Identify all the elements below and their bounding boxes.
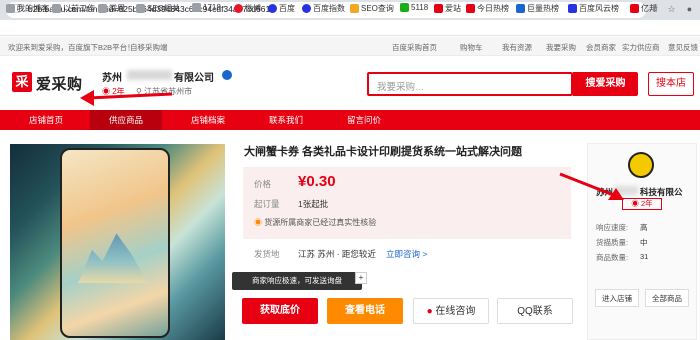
store-years-badge: ◉ 2年 bbox=[622, 198, 662, 210]
stat-label: 货描质量: bbox=[596, 238, 629, 247]
hot-list-icon bbox=[466, 4, 475, 13]
folder-icon bbox=[136, 4, 145, 13]
bookmark-item[interactable]: 百度指数 bbox=[302, 3, 345, 14]
response-tooltip: 商家响应极速，可发送询盘 bbox=[232, 272, 362, 290]
folder-icon bbox=[192, 3, 201, 12]
mobile-entry-link[interactable]: 自移采购端 bbox=[130, 42, 168, 53]
check-icon: ◉ bbox=[254, 218, 262, 227]
location: ⚲ 江苏省苏州市 bbox=[136, 87, 193, 96]
shop-name-prefix: 苏州 bbox=[102, 73, 122, 84]
store-name-prefix: 苏州 bbox=[596, 187, 614, 197]
tab-message[interactable]: 留言问价 bbox=[332, 110, 396, 130]
baidu-trend-icon bbox=[568, 4, 577, 13]
verified-icon bbox=[222, 70, 232, 80]
store-avatar[interactable] bbox=[628, 152, 654, 178]
stat-value: 31 bbox=[640, 252, 649, 261]
bookmark-item[interactable]: 微博 bbox=[234, 3, 261, 14]
bookmark-item[interactable]: 百度 bbox=[268, 3, 295, 14]
view-phone-button[interactable]: 查看电话 bbox=[327, 298, 403, 324]
ship-label: 发货地 bbox=[254, 249, 280, 259]
bookmark-item[interactable]: 亿邦 bbox=[630, 3, 657, 14]
weibo-icon bbox=[234, 4, 243, 13]
chat-icon: ● bbox=[426, 306, 433, 317]
top-link[interactable]: 百度采购首页 bbox=[392, 42, 437, 53]
bookmark-item[interactable]: SEO相关 bbox=[136, 3, 180, 14]
shop-name-suffix: 有限公司 bbox=[174, 73, 214, 84]
redacted-shop-name bbox=[127, 70, 172, 80]
get-price-button[interactable]: 获取底价 bbox=[242, 298, 318, 324]
top-link[interactable]: 意见反馈 bbox=[668, 42, 698, 53]
stat-value: 中 bbox=[640, 238, 648, 247]
seo-icon bbox=[350, 4, 359, 13]
folder-icon bbox=[6, 4, 15, 13]
search-button[interactable]: 搜爱采购 bbox=[573, 72, 638, 96]
bookmark-item[interactable]: 今日热榜 bbox=[466, 3, 509, 14]
quantity-plus[interactable]: + bbox=[355, 272, 367, 284]
search-placeholder: 我要采购… bbox=[377, 82, 425, 93]
top-link[interactable]: 我有资源 bbox=[502, 42, 532, 53]
bookmark-item[interactable]: 爱站 bbox=[434, 3, 461, 14]
yibang-icon bbox=[630, 4, 639, 13]
top-link[interactable]: 我要采购 bbox=[546, 42, 576, 53]
online-chat-button[interactable]: ● 在线咨询 bbox=[413, 298, 489, 324]
bookmark-item[interactable]: 5118 bbox=[400, 3, 428, 12]
tab-contact[interactable]: 联系我们 bbox=[254, 110, 318, 130]
bookmark-star-icon[interactable]: ☆ bbox=[666, 4, 677, 15]
aizhan-icon bbox=[434, 4, 443, 13]
stat-label: 商品数量: bbox=[596, 253, 629, 262]
bookmark-item[interactable]: 百度风云榜 bbox=[568, 3, 619, 14]
price-label: 价格 bbox=[254, 179, 272, 189]
qq-contact-button[interactable]: QQ联系 bbox=[497, 298, 573, 324]
top-link[interactable]: 购物车 bbox=[460, 42, 483, 53]
tab-shop-home[interactable]: 店铺首页 bbox=[14, 110, 78, 130]
bookmarks-bar bbox=[0, 20, 700, 36]
bookmark-item[interactable]: 巨量热榜 bbox=[516, 3, 559, 14]
ask-now-link[interactable]: 立即咨询 > bbox=[386, 248, 427, 260]
tab-shop-profile[interactable]: 店铺档案 bbox=[176, 110, 240, 130]
bookmark-item[interactable]: 我的博客 bbox=[6, 3, 49, 14]
tab-products[interactable]: 供应商品 bbox=[90, 110, 162, 130]
ocean-icon bbox=[516, 4, 525, 13]
product-title: 大闸蟹卡券 各类礼品卡设计印刷提货系统一站式解决问题 bbox=[244, 146, 523, 158]
site-5118-icon bbox=[400, 3, 409, 12]
folder-icon bbox=[98, 4, 107, 13]
stat-value: 高 bbox=[640, 223, 648, 232]
enter-store-button[interactable]: 进入店铺 bbox=[595, 289, 639, 307]
top-link[interactable]: 会员商家 bbox=[586, 42, 616, 53]
baidu-index-icon bbox=[302, 4, 311, 13]
folder-icon bbox=[52, 4, 61, 13]
site-top-bar: 欢迎来到爱采购，百度旗下B2B平台！ 自移采购端 百度采购首页 购物车 我有资源… bbox=[0, 37, 700, 56]
verification-note: ◉ 货源所属商家已经过真实性核验 bbox=[254, 218, 377, 227]
redacted-store-name bbox=[614, 186, 638, 195]
all-products-button[interactable]: 全部商品 bbox=[645, 289, 689, 307]
years-badge: ◉ 2年 bbox=[102, 87, 125, 96]
stat-label: 响应速度: bbox=[596, 223, 629, 232]
bookmark-item[interactable]: 以前工作 bbox=[52, 3, 95, 14]
welcome-text: 欢迎来到爱采购，百度旗下B2B平台！ bbox=[8, 43, 135, 52]
ship-from: 江苏 苏州 · 距您较近 bbox=[298, 249, 376, 259]
moq-label: 起订量 bbox=[254, 199, 280, 209]
baidu-icon bbox=[268, 4, 277, 13]
search-shop-button[interactable]: 搜本店 bbox=[648, 72, 694, 96]
price-value: ¥0.30 bbox=[298, 173, 336, 190]
top-link[interactable]: 实力供应商 bbox=[622, 42, 660, 53]
store-name-suffix: 科技有限公 bbox=[640, 187, 683, 197]
moq-value: 1张起批 bbox=[298, 199, 329, 209]
bookmark-item[interactable]: SEO查询 bbox=[350, 3, 394, 14]
profile-icon[interactable]: ● bbox=[684, 4, 695, 15]
bookmark-item[interactable]: 常用 bbox=[98, 3, 125, 14]
price-panel bbox=[243, 167, 571, 239]
logo-text[interactable]: 爱采购 bbox=[36, 73, 83, 94]
aicaigou-logo-icon[interactable]: 采 bbox=[12, 72, 32, 92]
bookmark-item[interactable]: 1718 bbox=[192, 3, 221, 12]
